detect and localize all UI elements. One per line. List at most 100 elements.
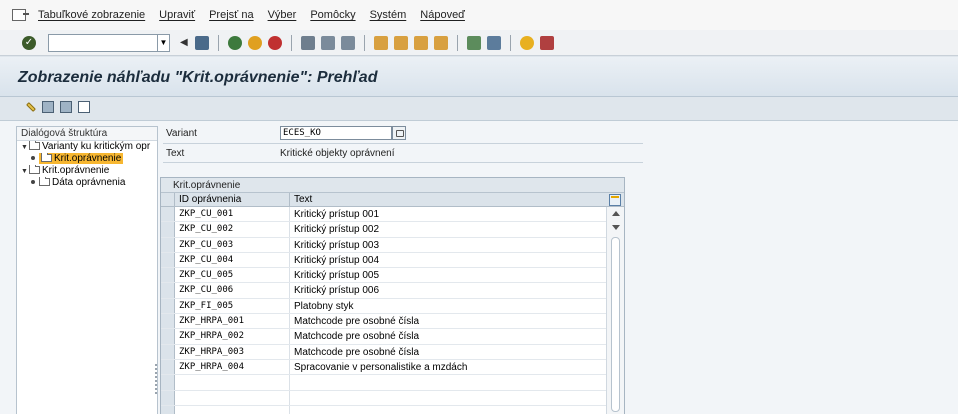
- cell-id[interactable]: ZKP_HRPA_001: [175, 314, 290, 329]
- cell-id[interactable]: ZKP_CU_001: [175, 207, 290, 222]
- column-header-id[interactable]: ID oprávnenia: [175, 193, 290, 206]
- row-selector[interactable]: [161, 314, 175, 329]
- exit-icon[interactable]: [12, 9, 29, 21]
- tree-node-krit-opravnenie-selected[interactable]: Krit.oprávnenie: [17, 153, 157, 165]
- tree-node-krit-opravnenie[interactable]: ▼ Krit.oprávnenie: [17, 165, 157, 177]
- last-page-icon[interactable]: [433, 35, 448, 50]
- row-selector[interactable]: [161, 283, 175, 298]
- next-page-icon[interactable]: [413, 35, 428, 50]
- menu-napoved[interactable]: Nápoveď: [420, 9, 465, 21]
- expand-toggle-icon[interactable]: ▼: [21, 166, 29, 177]
- find-next-icon[interactable]: [340, 35, 355, 50]
- back-icon[interactable]: [227, 35, 242, 50]
- variant-details-icon[interactable]: [392, 126, 406, 140]
- customize-layout-icon[interactable]: [539, 35, 554, 50]
- cell-text[interactable]: Kritický prístup 006: [290, 283, 624, 297]
- cell-id[interactable]: ZKP_CU_004: [175, 252, 290, 268]
- table-row[interactable]: ZKP_CU_006 Kritický prístup 006: [161, 283, 624, 299]
- cell-text[interactable]: [290, 375, 624, 389]
- menu-upravit[interactable]: Upraviť: [159, 9, 195, 21]
- cell-id[interactable]: ZKP_CU_003: [175, 237, 290, 252]
- menu-system[interactable]: Systém: [370, 9, 407, 21]
- table-row-empty[interactable]: [161, 375, 624, 391]
- cell-text[interactable]: Kritický prístup 005: [290, 268, 624, 282]
- row-selector[interactable]: [161, 359, 175, 375]
- cancel-icon[interactable]: [267, 35, 282, 50]
- row-selector[interactable]: [161, 252, 175, 268]
- table-row[interactable]: ZKP_CU_005 Kritický prístup 005: [161, 268, 624, 284]
- cell-id[interactable]: [175, 405, 290, 414]
- command-dropdown-icon[interactable]: ▼: [158, 33, 170, 52]
- first-page-icon[interactable]: [373, 35, 388, 50]
- help-icon[interactable]: [519, 35, 534, 50]
- cell-id[interactable]: [175, 375, 290, 390]
- cell-text[interactable]: Kritický prístup 002: [290, 222, 624, 236]
- menu-prejst-na[interactable]: Prejsť na: [209, 9, 253, 21]
- cell-id[interactable]: ZKP_FI_005: [175, 298, 290, 314]
- cell-id[interactable]: ZKP_HRPA_004: [175, 359, 290, 375]
- cell-id[interactable]: ZKP_HRPA_002: [175, 329, 290, 344]
- scroll-up-icon[interactable]: [612, 211, 620, 216]
- cell-id[interactable]: ZKP_CU_005: [175, 268, 290, 283]
- row-selector[interactable]: [161, 375, 175, 390]
- find-icon[interactable]: [320, 35, 335, 50]
- table-row[interactable]: ZKP_CU_001 Kritický prístup 001: [161, 207, 624, 223]
- scroll-down-icon[interactable]: [612, 225, 620, 230]
- row-selector[interactable]: [161, 298, 175, 314]
- table-row[interactable]: ZKP_HRPA_004 Spracovanie v personalistike…: [161, 359, 624, 376]
- enter-check-icon[interactable]: ✓: [22, 35, 36, 50]
- variant-field[interactable]: ECES_KO: [280, 126, 392, 140]
- table-row[interactable]: ZKP_CU_002 Kritický prístup 002: [161, 222, 624, 238]
- cell-text[interactable]: Matchcode pre osobné čísla: [290, 314, 624, 328]
- cell-id[interactable]: ZKP_CU_002: [175, 222, 290, 237]
- splitter-grip[interactable]: [155, 364, 157, 394]
- table-row[interactable]: ZKP_CU_003 Kritický prístup 003: [161, 237, 624, 253]
- row-selector[interactable]: [161, 390, 175, 405]
- table-row[interactable]: ZKP_CU_004 Kritický prístup 004: [161, 252, 624, 269]
- cell-id[interactable]: [175, 390, 290, 405]
- table-row[interactable]: ZKP_HRPA_002 Matchcode pre osobné čísla: [161, 329, 624, 345]
- back-arrow-icon[interactable]: ◀: [180, 37, 188, 48]
- menu-vyber[interactable]: Výber: [268, 9, 297, 21]
- table-scrollbar[interactable]: [606, 207, 624, 414]
- shortcut-icon[interactable]: [486, 35, 501, 50]
- select-all-cell[interactable]: [161, 193, 175, 206]
- cell-text[interactable]: Kritický prístup 001: [290, 207, 624, 221]
- row-selector[interactable]: [161, 268, 175, 283]
- cell-text[interactable]: [290, 391, 624, 405]
- row-selector[interactable]: [161, 237, 175, 252]
- table-row[interactable]: ZKP_HRPA_001 Matchcode pre osobné čísla: [161, 314, 624, 330]
- cell-text[interactable]: Kritický prístup 004: [290, 253, 624, 267]
- expand-toggle-icon[interactable]: ▼: [21, 142, 29, 153]
- exit-yellow-icon[interactable]: [247, 35, 262, 50]
- scroll-thumb[interactable]: [611, 237, 620, 412]
- cell-id[interactable]: ZKP_CU_006: [175, 283, 290, 298]
- cell-text[interactable]: Kritický prístup 003: [290, 238, 624, 252]
- command-field[interactable]: [48, 33, 158, 52]
- cell-text[interactable]: [290, 406, 624, 414]
- cell-text[interactable]: Spracovanie v personalistike a mzdách: [290, 360, 624, 374]
- new-session-icon[interactable]: [466, 35, 481, 50]
- print-icon[interactable]: [300, 35, 315, 50]
- select-block-icon[interactable]: [60, 101, 72, 113]
- row-selector[interactable]: [161, 344, 175, 359]
- row-selector[interactable]: [161, 222, 175, 237]
- cell-text[interactable]: Matchcode pre osobné čísla: [290, 329, 624, 343]
- deselect-all-icon[interactable]: [78, 101, 90, 113]
- cell-text[interactable]: Platobny styk: [290, 299, 624, 313]
- table-row[interactable]: ZKP_FI_005 Platobny styk: [161, 298, 624, 315]
- cell-id[interactable]: ZKP_HRPA_003: [175, 344, 290, 359]
- column-header-text[interactable]: Text: [290, 193, 606, 206]
- cell-text[interactable]: Matchcode pre osobné čísla: [290, 345, 624, 359]
- menu-pomocky[interactable]: Pomôcky: [310, 9, 355, 21]
- table-row-empty[interactable]: [161, 405, 624, 414]
- row-selector[interactable]: [161, 329, 175, 344]
- table-settings-icon[interactable]: [609, 194, 621, 206]
- menu-tabulkove-zobrazenie[interactable]: Tabuľkové zobrazenie: [38, 9, 145, 21]
- display-change-icon[interactable]: [26, 102, 36, 112]
- table-row-empty[interactable]: [161, 390, 624, 406]
- previous-page-icon[interactable]: [393, 35, 408, 50]
- row-selector[interactable]: [161, 405, 175, 414]
- save-icon[interactable]: [194, 35, 209, 50]
- tree-node-data-opravnenia[interactable]: Dáta oprávnenia: [17, 177, 157, 189]
